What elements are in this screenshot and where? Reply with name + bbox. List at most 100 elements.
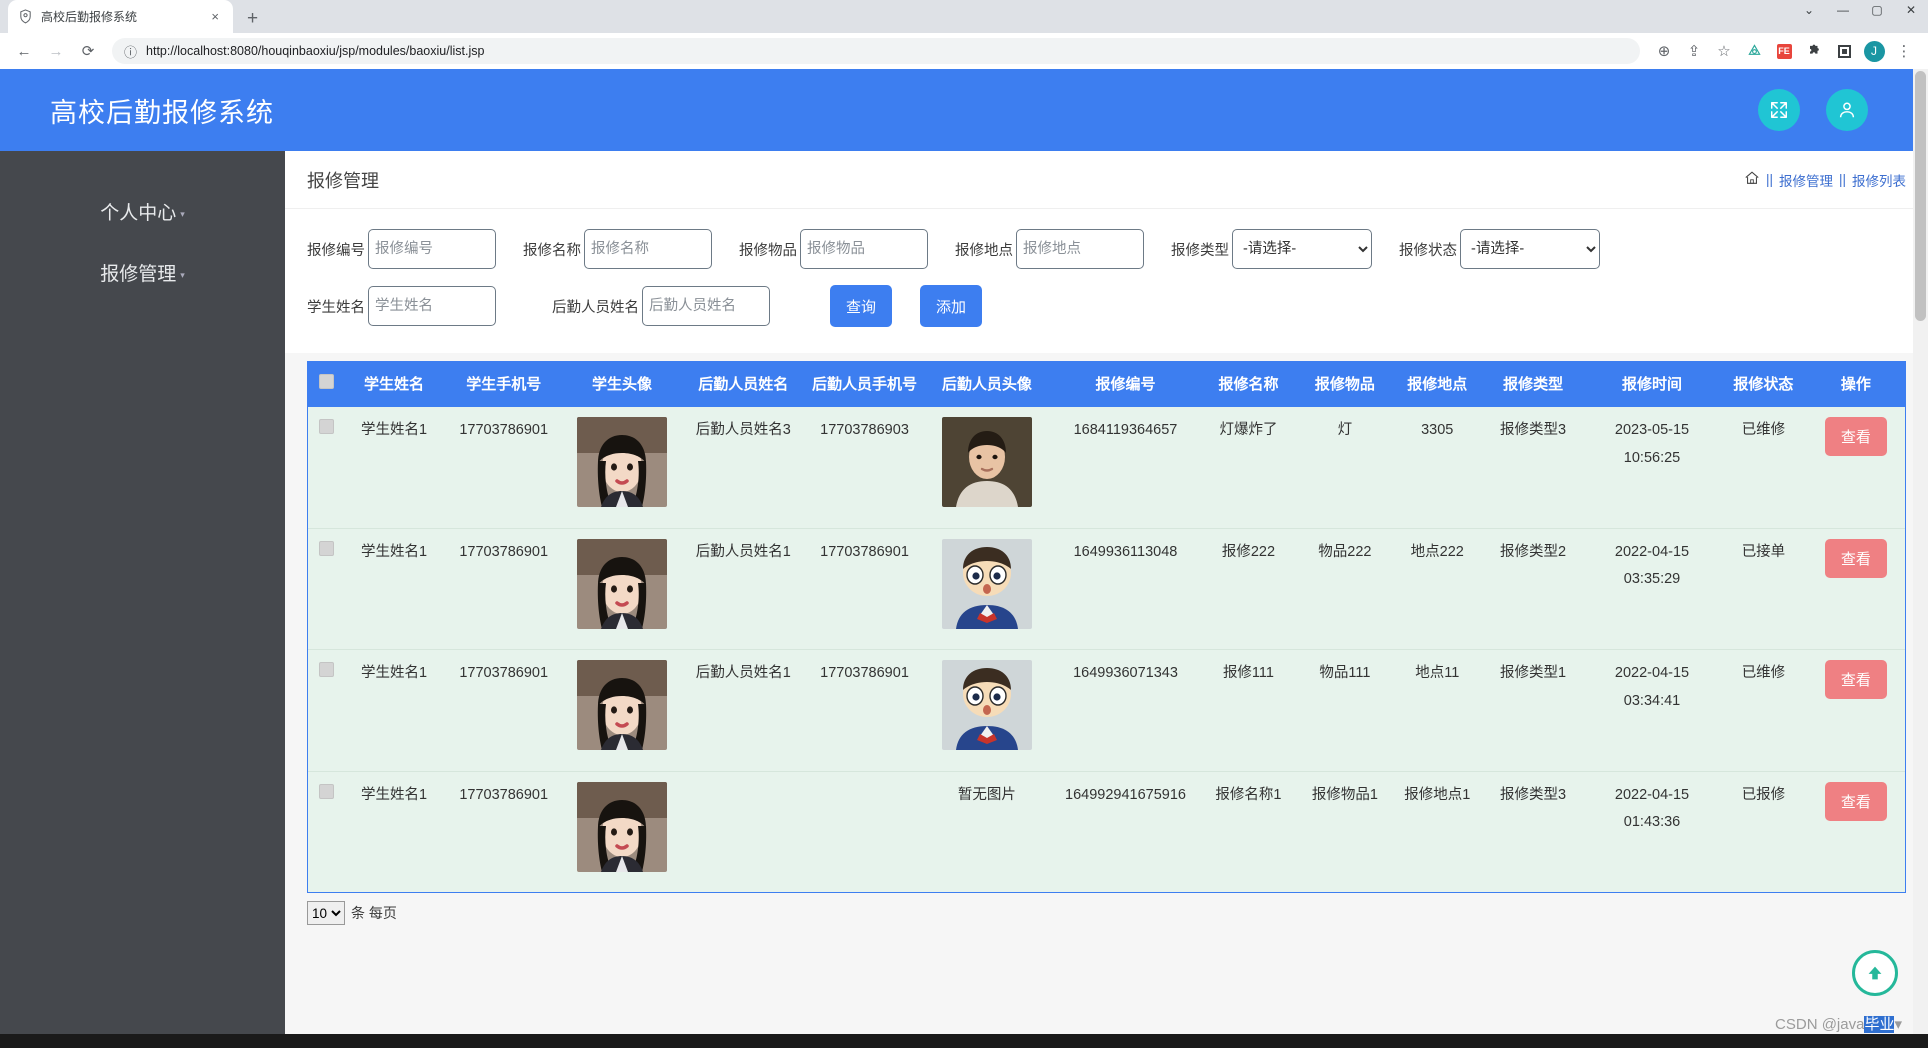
view-button[interactable]: 查看	[1824, 781, 1887, 821]
cell-repair-item: 报修物品1	[1297, 770, 1393, 893]
label-repair-status: 报修状态	[1399, 242, 1457, 259]
vertical-scrollbar[interactable]	[1913, 69, 1928, 1048]
extension-bell-icon[interactable]	[1740, 37, 1768, 65]
sidepanel-icon[interactable]	[1830, 37, 1858, 65]
add-button[interactable]: 添加	[920, 285, 983, 327]
breadcrumb-separator: ||	[1838, 172, 1846, 187]
view-button[interactable]: 查看	[1824, 538, 1887, 578]
query-button[interactable]: 查询	[830, 285, 893, 327]
zoom-icon[interactable]: ⊕	[1650, 37, 1678, 65]
repair-type-select[interactable]: -请选择-	[1232, 229, 1372, 269]
staff-avatar-image	[941, 538, 1032, 629]
sidebar-item-personal-center[interactable]: 个人中心 ▾	[0, 181, 285, 242]
repair-date: 2022-04-15	[1614, 665, 1690, 682]
bookmark-star-icon[interactable]: ☆	[1710, 37, 1738, 65]
repair-item-input[interactable]	[800, 229, 928, 269]
profile-avatar[interactable]: J	[1860, 37, 1888, 65]
forward-icon[interactable]: →	[42, 37, 70, 65]
watermark-highlight: 毕业	[1864, 1016, 1895, 1033]
cell-student-avatar	[564, 407, 679, 528]
extension-fe-icon[interactable]: FE	[1770, 37, 1798, 65]
view-button[interactable]: 查看	[1824, 417, 1887, 457]
cell-repair-no: 1649936113048	[1051, 527, 1200, 650]
site-info-icon[interactable]: ⓘ	[124, 42, 137, 61]
staff-name-input[interactable]	[642, 286, 770, 326]
table-row[interactable]: 学生姓名1 17703786901	[308, 649, 1905, 772]
browser-window: 高校后勤报修系统 × + ⌄ — ▢ ✕ ← → ⟳ ⓘ http://loca…	[0, 0, 1928, 1048]
repair-name-input[interactable]	[584, 229, 712, 269]
chevron-down-icon: ▾	[180, 270, 185, 280]
cell-status: 已接单	[1720, 527, 1807, 650]
cell-staff-name	[679, 770, 807, 893]
home-icon[interactable]	[1744, 170, 1760, 189]
header-staff-avatar: 后勤人员头像	[941, 376, 1032, 393]
sidebar-item-repair-management[interactable]: 报修管理 ▾	[0, 242, 285, 303]
row-checkbox[interactable]	[318, 783, 334, 799]
row-checkbox[interactable]	[318, 662, 334, 678]
header-staff-name: 后勤人员姓名	[698, 376, 789, 393]
table-row[interactable]: 学生姓名1 17703786901	[308, 407, 1905, 529]
breadcrumb-item-repair-management[interactable]: 报修管理	[1779, 170, 1833, 190]
repair-no-input[interactable]	[368, 229, 496, 269]
search-form-row-1: 报修编号 报修名称 报修物品 报修地点 报修类型	[307, 229, 1906, 269]
cell-staff-name: 后勤人员姓名1	[679, 527, 807, 650]
student-avatar-image	[577, 660, 668, 751]
back-icon[interactable]: ←	[10, 37, 38, 65]
row-checkbox[interactable]	[318, 419, 334, 435]
minimize-button[interactable]: —	[1836, 3, 1850, 17]
main-content: 报修管理 || 报修管理 || 报修列表 报修编号 报修编号 报修名称 报修名称…	[285, 151, 1928, 1048]
user-button[interactable]	[1826, 89, 1868, 131]
fullscreen-button[interactable]	[1758, 89, 1800, 131]
table-row[interactable]: 学生姓名1 17703786901	[308, 770, 1905, 893]
status-badge: 已报修	[1741, 786, 1786, 803]
view-button[interactable]: 查看	[1824, 660, 1887, 700]
breadcrumb-separator: ||	[1765, 172, 1773, 187]
cell-student-avatar	[564, 527, 680, 650]
page-size-select[interactable]: 10	[307, 901, 345, 926]
table-header: 学生姓名 学生手机号 学生头像 后勤人员姓名 后勤人员手机号 后勤人员头像 报修…	[308, 362, 1905, 408]
breadcrumb-item-repair-list[interactable]: 报修列表	[1852, 170, 1906, 190]
cell-staff-phone	[806, 770, 923, 893]
reload-icon[interactable]: ⟳	[74, 37, 102, 65]
cell-staff-avatar	[922, 649, 1052, 772]
extensions-puzzle-icon[interactable]	[1800, 37, 1828, 65]
student-name-input[interactable]	[368, 286, 496, 326]
header-repair-name: 报修名称	[1218, 376, 1279, 393]
maximize-button[interactable]: ▢	[1870, 3, 1884, 17]
vertical-scrollbar-thumb[interactable]	[1915, 71, 1926, 321]
table-row[interactable]: 学生姓名1 17703786901	[308, 527, 1905, 650]
window-close-button[interactable]: ✕	[1904, 3, 1918, 17]
select-all-checkbox[interactable]	[318, 374, 334, 389]
row-checkbox[interactable]	[318, 540, 334, 556]
new-tab-button[interactable]: +	[247, 9, 258, 28]
close-icon[interactable]: ×	[207, 9, 223, 24]
cell-repair-type: 报修类型3	[1500, 422, 1567, 439]
repair-place-input[interactable]	[1016, 229, 1144, 269]
cell-repair-item: 物品111	[1297, 649, 1393, 772]
header-actions	[1758, 89, 1868, 131]
app-header: 高校后勤报修系统	[0, 69, 1928, 151]
url-text: http://localhost:8080/houqinbaoxiu/jsp/m…	[146, 44, 485, 58]
toolbar-actions: ⊕ ⇪ ☆ FE J ⋮	[1650, 37, 1918, 65]
browser-menu-icon[interactable]: ⋮	[1890, 37, 1918, 65]
repair-status-select[interactable]: -请选择-	[1460, 229, 1600, 269]
address-bar[interactable]: ⓘ http://localhost:8080/houqinbaoxiu/jsp…	[112, 38, 1640, 64]
status-badge: 已维修	[1741, 665, 1786, 682]
chevron-down-icon[interactable]: ⌄	[1802, 3, 1816, 17]
cell-student-name: 学生姓名1	[360, 422, 428, 439]
cell-repair-name: 灯爆炸了	[1219, 422, 1278, 439]
cell-repair-type: 报修类型2	[1482, 527, 1584, 650]
cell-repair-place: 地点222	[1392, 527, 1483, 650]
label-repair-type: 报修类型	[1171, 242, 1229, 259]
panel-header: 报修管理 || 报修管理 || 报修列表	[285, 151, 1928, 209]
share-icon[interactable]: ⇪	[1680, 37, 1708, 65]
back-to-top-button[interactable]	[1852, 950, 1898, 996]
header-repair-item: 报修物品	[1314, 376, 1375, 393]
header-repair-type: 报修类型	[1503, 376, 1564, 393]
browser-tab[interactable]: 高校后勤报修系统 ×	[8, 0, 233, 33]
cell-status: 已维修	[1720, 407, 1807, 528]
repair-clock: 03:34:41	[1623, 692, 1681, 709]
sidebar-item-label: 个人中心	[100, 203, 177, 224]
cell-staff-name: 后勤人员姓名3	[695, 422, 791, 439]
label-repair-no: 报修编号	[307, 242, 365, 259]
